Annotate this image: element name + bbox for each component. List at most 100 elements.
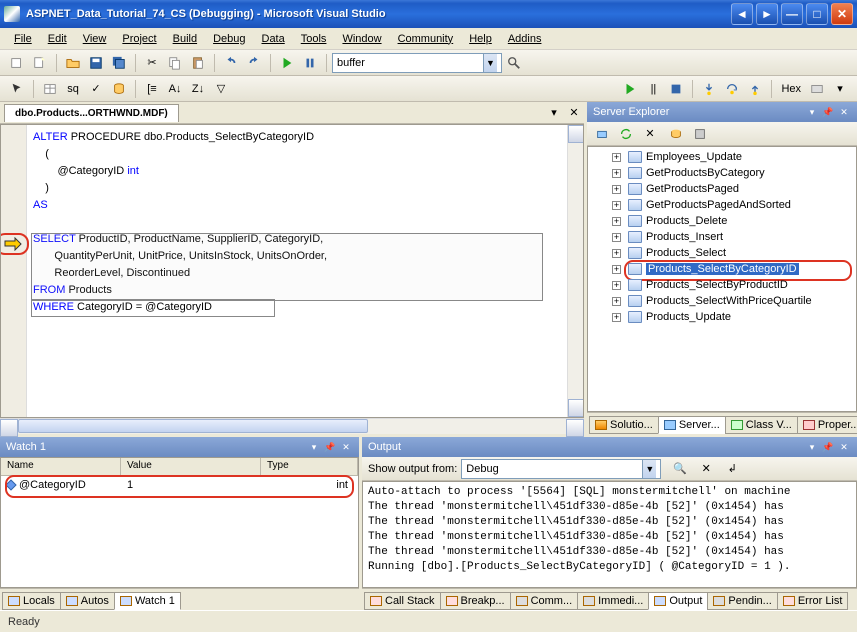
tree-item-employees_update[interactable]: +Employees_Update	[588, 149, 856, 165]
connect-button[interactable]	[591, 123, 613, 145]
tab-callstack[interactable]: Call Stack	[364, 592, 441, 610]
close-button[interactable]: ✕	[831, 3, 853, 25]
tab-autos[interactable]: Autos	[60, 592, 115, 610]
panel-pin-button[interactable]: 📌	[821, 105, 835, 119]
tree-item-products_selectbyproductid[interactable]: +Products_SelectByProductID	[588, 277, 856, 293]
run-button[interactable]	[276, 52, 298, 74]
output-wrap-button[interactable]: ↲	[721, 458, 743, 480]
verify-button[interactable]: ✓	[85, 78, 107, 100]
tab-command[interactable]: Comm...	[510, 592, 579, 610]
menu-community[interactable]: Community	[390, 31, 462, 47]
maximize-button[interactable]: □	[806, 3, 828, 25]
watch-grid[interactable]: Name Value Type @CategoryID 1 int	[0, 457, 359, 588]
expand-icon[interactable]: +	[612, 233, 621, 242]
tree-item-products_selectbycategoryid[interactable]: +Products_SelectByCategoryID	[588, 261, 856, 277]
tree-item-products_update[interactable]: +Products_Update	[588, 309, 856, 325]
add-server-button[interactable]	[689, 123, 711, 145]
save-all-button[interactable]	[108, 52, 130, 74]
undo-button[interactable]	[220, 52, 242, 74]
expand-icon[interactable]: +	[612, 217, 621, 226]
new-project-button[interactable]	[6, 52, 28, 74]
overflow-button[interactable]: ▾	[829, 78, 851, 100]
watch-pin[interactable]: 📌	[323, 440, 337, 454]
sort-asc-button[interactable]: A↓	[164, 78, 186, 100]
tab-breakpoints[interactable]: Breakp...	[440, 592, 511, 610]
menu-data[interactable]: Data	[254, 31, 293, 47]
output-close[interactable]: ✕	[837, 440, 851, 454]
watch-col-type[interactable]: Type	[261, 458, 358, 475]
menu-view[interactable]: View	[75, 31, 115, 47]
watch-close[interactable]: ✕	[339, 440, 353, 454]
add-connection-button[interactable]	[665, 123, 687, 145]
select-button[interactable]	[6, 78, 28, 100]
menu-build[interactable]: Build	[165, 31, 205, 47]
tab-locals[interactable]: Locals	[2, 592, 61, 610]
tab-immediate[interactable]: Immedi...	[577, 592, 649, 610]
output-text[interactable]: Auto-attach to process '[5564] [SQL] mon…	[362, 481, 857, 588]
refresh-button[interactable]	[615, 123, 637, 145]
watch-dropdown[interactable]: ▾	[307, 440, 321, 454]
tab-properties[interactable]: Proper...	[797, 416, 857, 434]
tab-classview[interactable]: Class V...	[725, 416, 798, 434]
active-doc-tab[interactable]: dbo.Products...ORTHWND.MDF)	[4, 104, 179, 122]
menu-tools[interactable]: Tools	[293, 31, 335, 47]
sort-desc-button[interactable]: Z↓	[187, 78, 209, 100]
tab-pending[interactable]: Pendin...	[707, 592, 777, 610]
expand-icon[interactable]: +	[612, 265, 621, 274]
menu-debug[interactable]: Debug	[205, 31, 253, 47]
filter-button[interactable]: ▽	[210, 78, 232, 100]
expand-icon[interactable]: +	[612, 249, 621, 258]
menu-help[interactable]: Help	[461, 31, 500, 47]
watch-col-name[interactable]: Name	[1, 458, 121, 475]
paste-button[interactable]	[187, 52, 209, 74]
nav-back-button[interactable]: ◄	[731, 3, 753, 25]
search-combo[interactable]: buffer ▼	[332, 53, 502, 73]
tree-item-products_delete[interactable]: +Products_Delete	[588, 213, 856, 229]
tab-errorlist[interactable]: Error List	[777, 592, 849, 610]
open-button[interactable]	[62, 52, 84, 74]
minimize-button[interactable]: —	[781, 3, 803, 25]
watch-row[interactable]: @CategoryID 1 int	[1, 476, 358, 494]
output-pin[interactable]: 📌	[821, 440, 835, 454]
stop-button[interactable]	[665, 78, 687, 100]
find-button[interactable]	[503, 52, 525, 74]
redo-button[interactable]	[243, 52, 265, 74]
sql-code-editor[interactable]: ALTER PROCEDURE dbo.Products_SelectByCat…	[27, 125, 567, 417]
menu-addins[interactable]: Addins	[500, 31, 550, 47]
expand-icon[interactable]: +	[612, 185, 621, 194]
output-dropdown[interactable]: ▾	[805, 440, 819, 454]
tab-server[interactable]: Server...	[658, 416, 726, 434]
watch-col-value[interactable]: Value	[121, 458, 261, 475]
output-clear-button[interactable]: ✕	[695, 458, 717, 480]
panel-dropdown-button[interactable]: ▾	[805, 105, 819, 119]
step-out-button[interactable]	[744, 78, 766, 100]
output-find-button[interactable]: 🔍	[669, 458, 691, 480]
output-source-combo[interactable]: Debug▼	[461, 459, 661, 479]
pause-button[interactable]	[299, 52, 321, 74]
doc-dropdown-button[interactable]: ▾	[546, 105, 562, 121]
break-button[interactable]: ||	[642, 78, 664, 100]
menu-window[interactable]: Window	[334, 31, 389, 47]
tab-solution[interactable]: Solutio...	[589, 416, 659, 434]
save-button[interactable]	[85, 52, 107, 74]
expand-icon[interactable]: +	[612, 313, 621, 322]
step-into-button[interactable]	[698, 78, 720, 100]
expand-icon[interactable]: +	[612, 281, 621, 290]
tree-item-getproductspaged[interactable]: +GetProductsPaged	[588, 181, 856, 197]
editor-hscrollbar[interactable]	[0, 418, 584, 434]
tree-item-getproductspagedandsorted[interactable]: +GetProductsPagedAndSorted	[588, 197, 856, 213]
menu-edit[interactable]: Edit	[40, 31, 75, 47]
hex-toggle[interactable]	[806, 78, 828, 100]
tree-item-getproductsbycategory[interactable]: +GetProductsByCategory	[588, 165, 856, 181]
sql-button[interactable]: sq	[62, 78, 84, 100]
doc-close-button[interactable]: ✕	[566, 105, 582, 121]
expand-icon[interactable]: +	[612, 169, 621, 178]
panel-close-button[interactable]: ✕	[837, 105, 851, 119]
copy-button[interactable]	[164, 52, 186, 74]
editor-vscrollbar[interactable]	[567, 125, 583, 417]
tree-item-products_insert[interactable]: +Products_Insert	[588, 229, 856, 245]
menu-project[interactable]: Project	[114, 31, 164, 47]
add-item-button[interactable]	[29, 52, 51, 74]
group-button[interactable]: [≡	[141, 78, 163, 100]
expand-icon[interactable]: +	[612, 153, 621, 162]
